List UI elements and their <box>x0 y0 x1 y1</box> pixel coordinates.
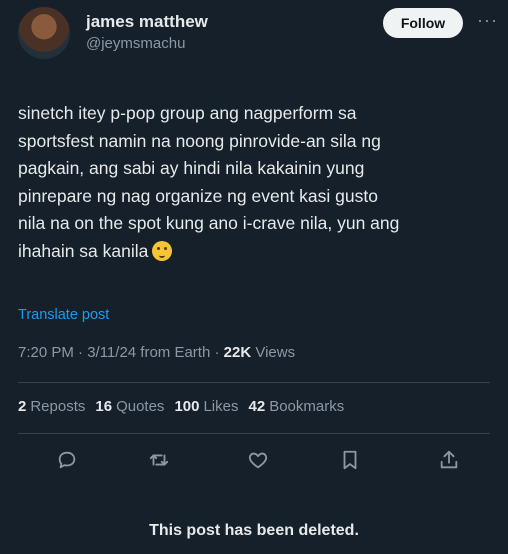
follow-button[interactable]: Follow <box>383 8 463 38</box>
divider <box>18 382 490 383</box>
quotes-count: 16 <box>95 398 113 415</box>
reply-icon[interactable] <box>53 446 81 474</box>
action-bar <box>0 446 508 476</box>
shushing-face-emoji-icon <box>152 240 173 261</box>
reposts-stat[interactable]: 2 Reposts <box>18 398 85 415</box>
share-icon[interactable] <box>435 446 463 474</box>
post-meta: 7:20 PM · 3/11/24 from Earth · 22K Views <box>18 344 295 361</box>
bookmark-icon[interactable] <box>336 446 364 474</box>
reposts-label: Reposts <box>30 398 86 415</box>
deleted-notice: This post has been deleted. <box>149 522 359 539</box>
quotes-stat[interactable]: 16 Quotes <box>95 398 164 415</box>
quotes-label: Quotes <box>116 398 165 415</box>
divider <box>18 433 490 434</box>
author-name[interactable]: james matthew <box>86 12 208 32</box>
likes-stat[interactable]: 100 Likes <box>174 398 238 415</box>
likes-label: Likes <box>203 398 239 415</box>
bookmarks-count: 42 <box>248 398 266 415</box>
post-timestamp[interactable]: 7:20 PM · 3/11/24 from Earth · <box>18 344 224 361</box>
bookmarks-label: Bookmarks <box>269 398 345 415</box>
like-icon[interactable] <box>244 446 272 474</box>
repost-icon[interactable] <box>145 446 173 474</box>
views-count: 22K <box>223 344 252 361</box>
author-handle[interactable]: @jeymsmachu <box>86 35 185 52</box>
avatar[interactable] <box>18 7 70 59</box>
more-options-icon[interactable]: ··· <box>477 10 498 31</box>
post-text: sinetch itey p-pop group ang nagperform … <box>18 103 400 261</box>
views-label: Views <box>251 344 296 361</box>
bookmarks-stat[interactable]: 42 Bookmarks <box>249 398 345 415</box>
likes-count: 100 <box>174 398 200 415</box>
post-body: sinetch itey p-pop group ang nagperform … <box>18 100 488 265</box>
reposts-count: 2 <box>18 398 27 415</box>
translate-post-link[interactable]: Translate post <box>18 307 109 323</box>
engagement-stats: 2 Reposts 16 Quotes 100 Likes 42 Bookmarks <box>18 398 354 415</box>
